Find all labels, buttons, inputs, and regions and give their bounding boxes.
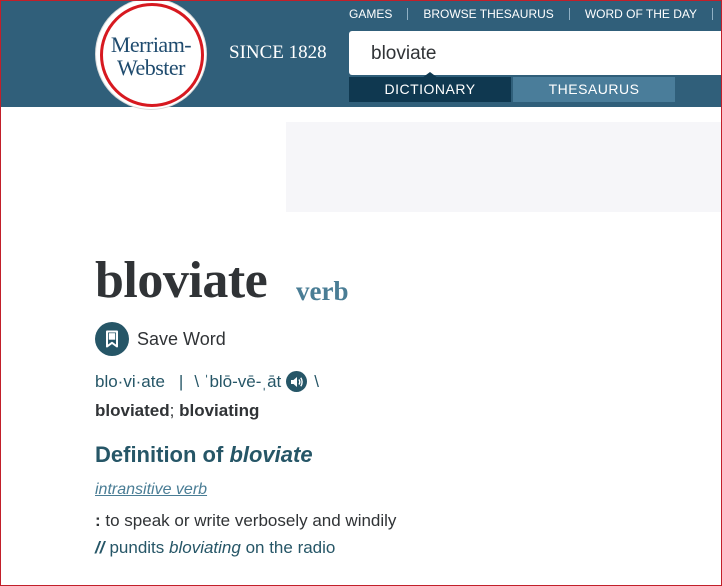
inflection-separator: ; [169, 401, 175, 420]
save-word-button[interactable]: Save Word [95, 322, 226, 356]
pron-divider: | [178, 371, 184, 391]
top-nav: GAMES BROWSE THESAURUS WORD OF THE DAY [349, 6, 722, 22]
audio-speaker-icon[interactable] [286, 371, 308, 392]
logo-line-1: Merriam- [110, 32, 192, 57]
pronunciation-close: \ [314, 371, 319, 391]
part-of-speech-link[interactable]: verb [296, 276, 348, 307]
example-marker-icon: // [95, 538, 105, 557]
definition-heading-prefix: Definition of [95, 442, 224, 467]
tab-thesaurus[interactable]: THESAURUS [513, 77, 675, 102]
headword: bloviate [95, 252, 268, 309]
save-word-label: Save Word [137, 328, 226, 349]
function-label-link[interactable]: intransitive verb [95, 481, 207, 499]
logo-text: Merriam- Webster [96, 33, 206, 79]
nav-divider [568, 8, 570, 20]
definition-sense: : to speak or write verbosely and windil… [95, 511, 396, 531]
inflected-forms: bloviated; bloviating [95, 401, 259, 421]
inflection-present-participle: bloviating [179, 401, 260, 420]
ad-placeholder [286, 122, 722, 212]
since-tagline: SINCE 1828 [229, 42, 327, 63]
example-word: bloviating [169, 538, 241, 557]
pronunciation-row: blo·vi·ate | \ ˈblō-vē-ˌāt \ [95, 371, 319, 392]
definition-heading-word: bloviate [229, 442, 313, 467]
bookmark-icon [95, 322, 129, 356]
sense-text: to speak or write verbosely and windily [105, 511, 397, 530]
tab-dictionary[interactable]: DICTIONARY [349, 77, 511, 102]
logo-line-2: Webster [116, 55, 186, 80]
nav-games[interactable]: GAMES [349, 7, 392, 21]
syllabification: blo·vi·ate [95, 371, 165, 391]
pronunciation-text: \ ˈblō-vē-ˌāt [194, 371, 282, 391]
site-header: Merriam- Webster SINCE 1828 GAMES BROWSE… [0, 0, 722, 109]
definition-heading: Definition of bloviate [95, 442, 313, 468]
nav-divider [407, 8, 409, 20]
search-input[interactable]: bloviate [349, 31, 722, 75]
search-input-value: bloviate [371, 43, 437, 64]
inflection-past: bloviated [95, 401, 170, 420]
example-suffix: on the radio [245, 538, 336, 557]
sense-colon: : [95, 511, 101, 530]
nav-browse-thesaurus[interactable]: BROWSE THESAURUS [423, 7, 553, 21]
nav-word-of-the-day[interactable]: WORD OF THE DAY [585, 7, 697, 21]
example-prefix: pundits [109, 538, 165, 557]
nav-divider [712, 8, 714, 20]
merriam-webster-logo[interactable]: Merriam- Webster [96, 0, 206, 109]
usage-example: //pundits bloviating on the radio [95, 538, 335, 558]
